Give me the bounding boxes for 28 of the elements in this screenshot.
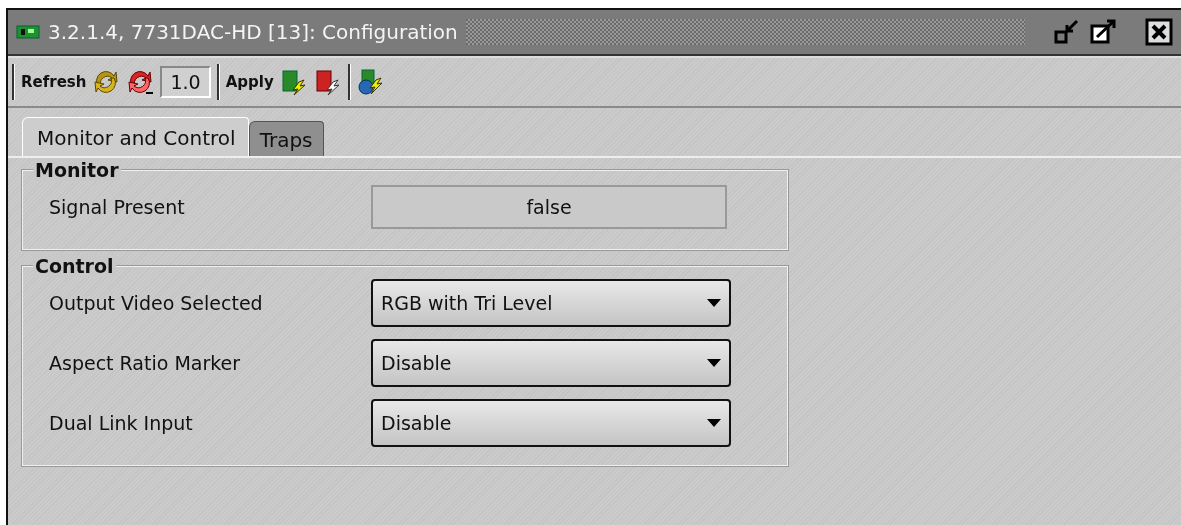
maximize-icon[interactable] — [1089, 18, 1117, 46]
group-title: Monitor — [33, 159, 121, 181]
board-lightning-icon[interactable] — [279, 68, 308, 96]
dropdown[interactable]: Disable — [371, 339, 731, 387]
field-label: Aspect Ratio Marker — [49, 352, 242, 374]
window-title: 3.2.1.4, 7731DAC-HD [13]: Configuration — [48, 20, 458, 44]
apply-label: Apply — [225, 73, 274, 91]
caret-icon — [707, 299, 721, 307]
field-label: Dual Link Input — [49, 412, 194, 434]
caret-icon — [707, 359, 721, 367]
dropdown[interactable]: RGB with Tri Level — [371, 279, 731, 327]
tab[interactable]: Monitor and Control — [22, 117, 249, 156]
globe-lightning-icon[interactable] — [356, 68, 385, 96]
field-label: Output Video Selected — [49, 292, 264, 314]
tab[interactable]: Traps — [248, 121, 324, 156]
refresh-label: Refresh — [21, 73, 87, 91]
circuit-board-icon — [16, 24, 40, 40]
readout-field: false — [371, 185, 727, 229]
close-icon[interactable] — [1145, 18, 1173, 46]
refresh-icon[interactable] — [92, 68, 121, 96]
minimize-icon[interactable] — [1053, 18, 1081, 46]
caret-icon — [707, 419, 721, 427]
refresh-interval-field[interactable]: 1.0 — [160, 66, 211, 98]
group-title: Control — [33, 255, 116, 277]
field-label: Signal Present — [49, 196, 186, 218]
stop-refresh-icon[interactable] — [126, 68, 155, 96]
board-lightning-icon[interactable] — [313, 68, 342, 96]
dropdown[interactable]: Disable — [371, 399, 731, 447]
